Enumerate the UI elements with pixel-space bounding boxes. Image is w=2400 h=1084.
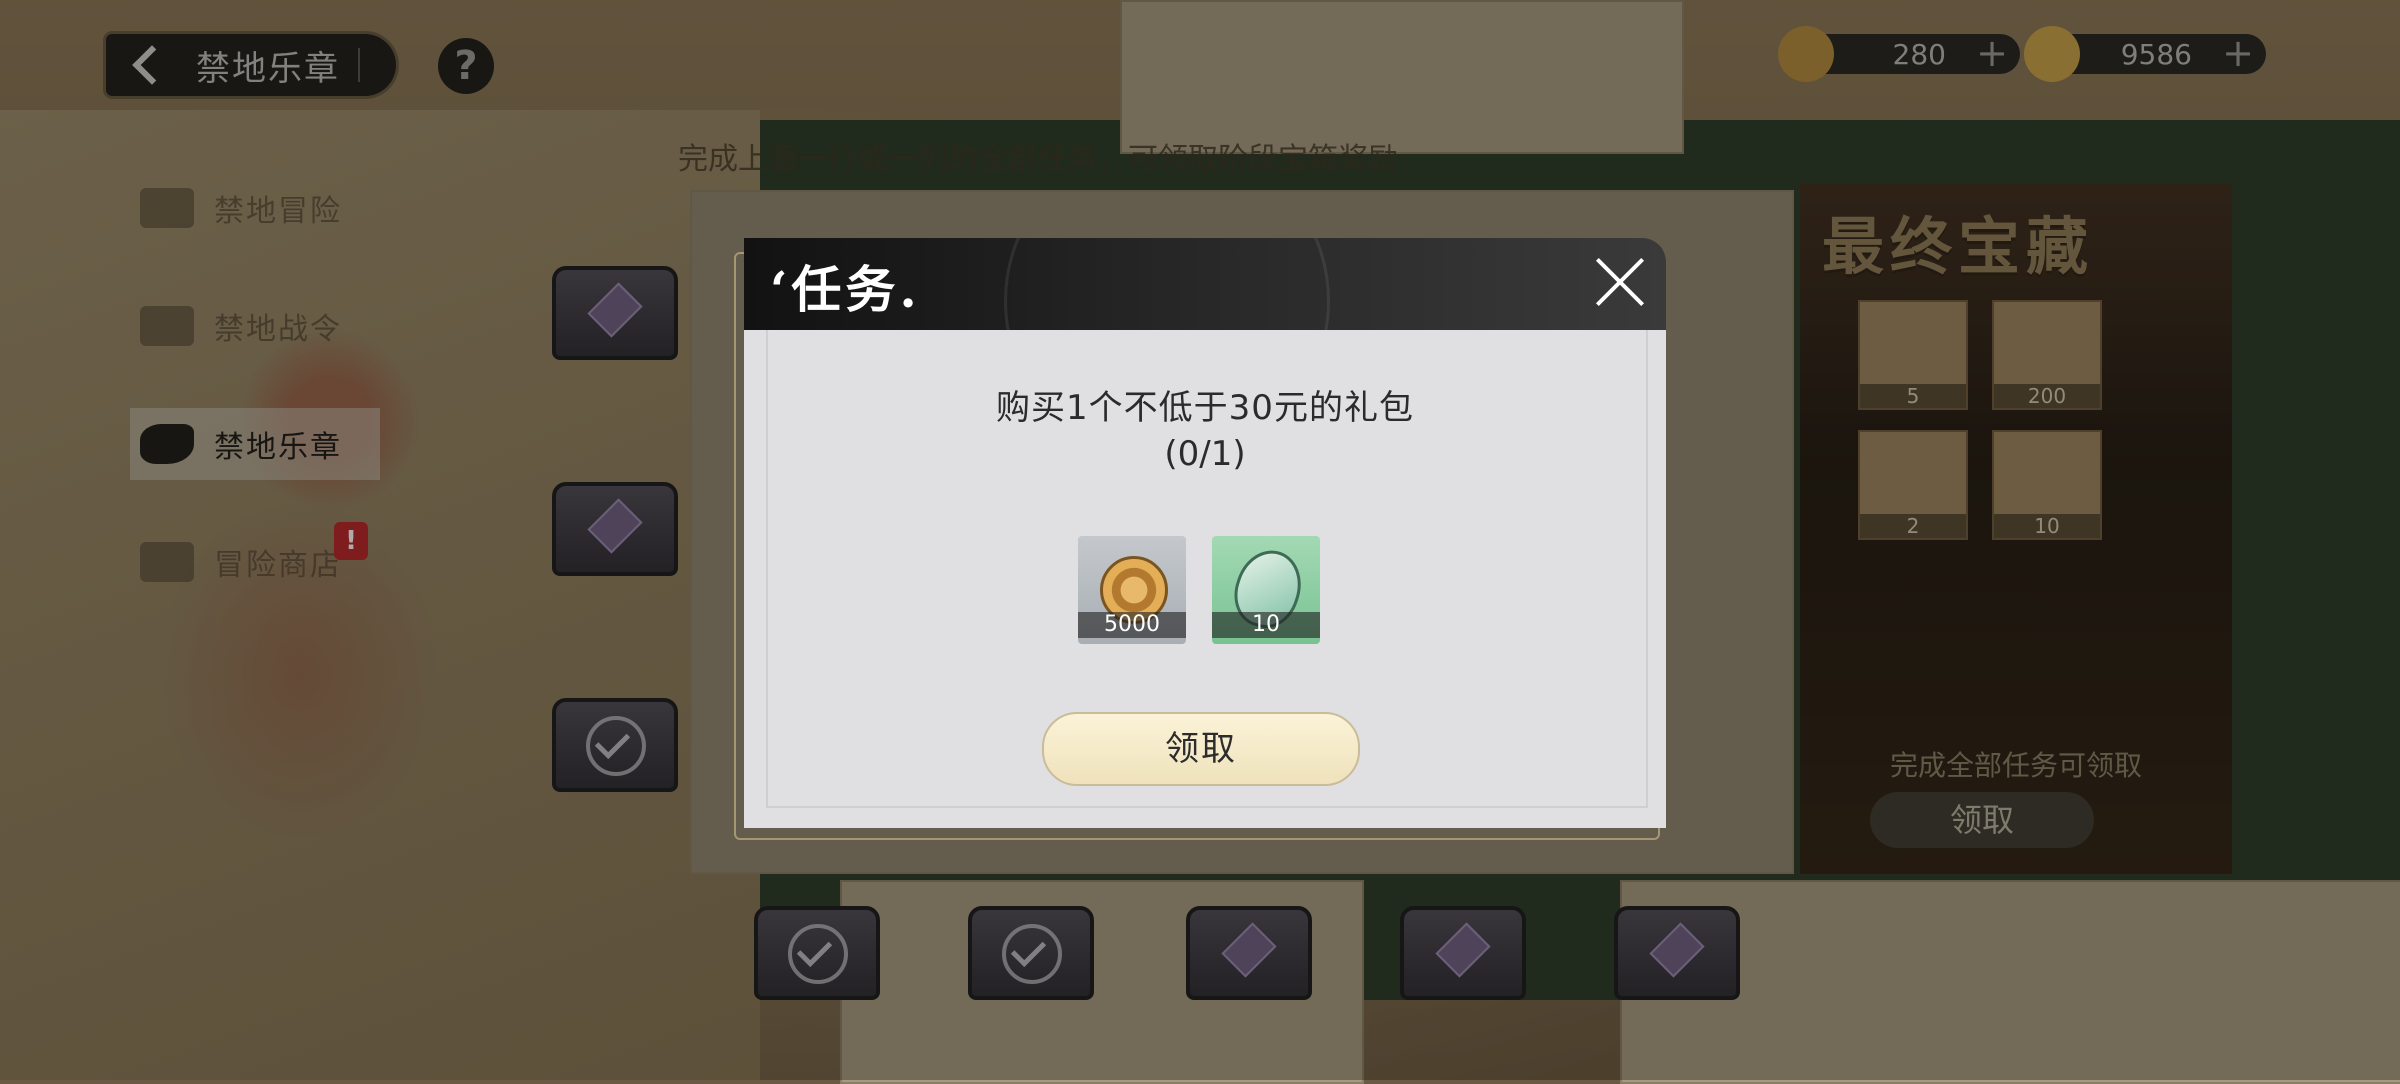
reward-count: 5000 bbox=[1078, 612, 1186, 638]
header-decoration bbox=[1004, 238, 1330, 330]
reward-item-egg[interactable]: 10 bbox=[1212, 536, 1320, 644]
task-progress: (0/1) bbox=[1164, 434, 1246, 474]
close-icon[interactable] bbox=[1594, 256, 1646, 308]
modal-title: ‘任务. bbox=[770, 260, 921, 319]
reward-item-gold-coin[interactable]: 5000 bbox=[1078, 536, 1186, 644]
reward-count: 10 bbox=[1212, 612, 1320, 638]
claim-button[interactable]: 领取 bbox=[1042, 712, 1360, 786]
task-description: 购买1个不低于30元的礼包 bbox=[996, 388, 1414, 428]
